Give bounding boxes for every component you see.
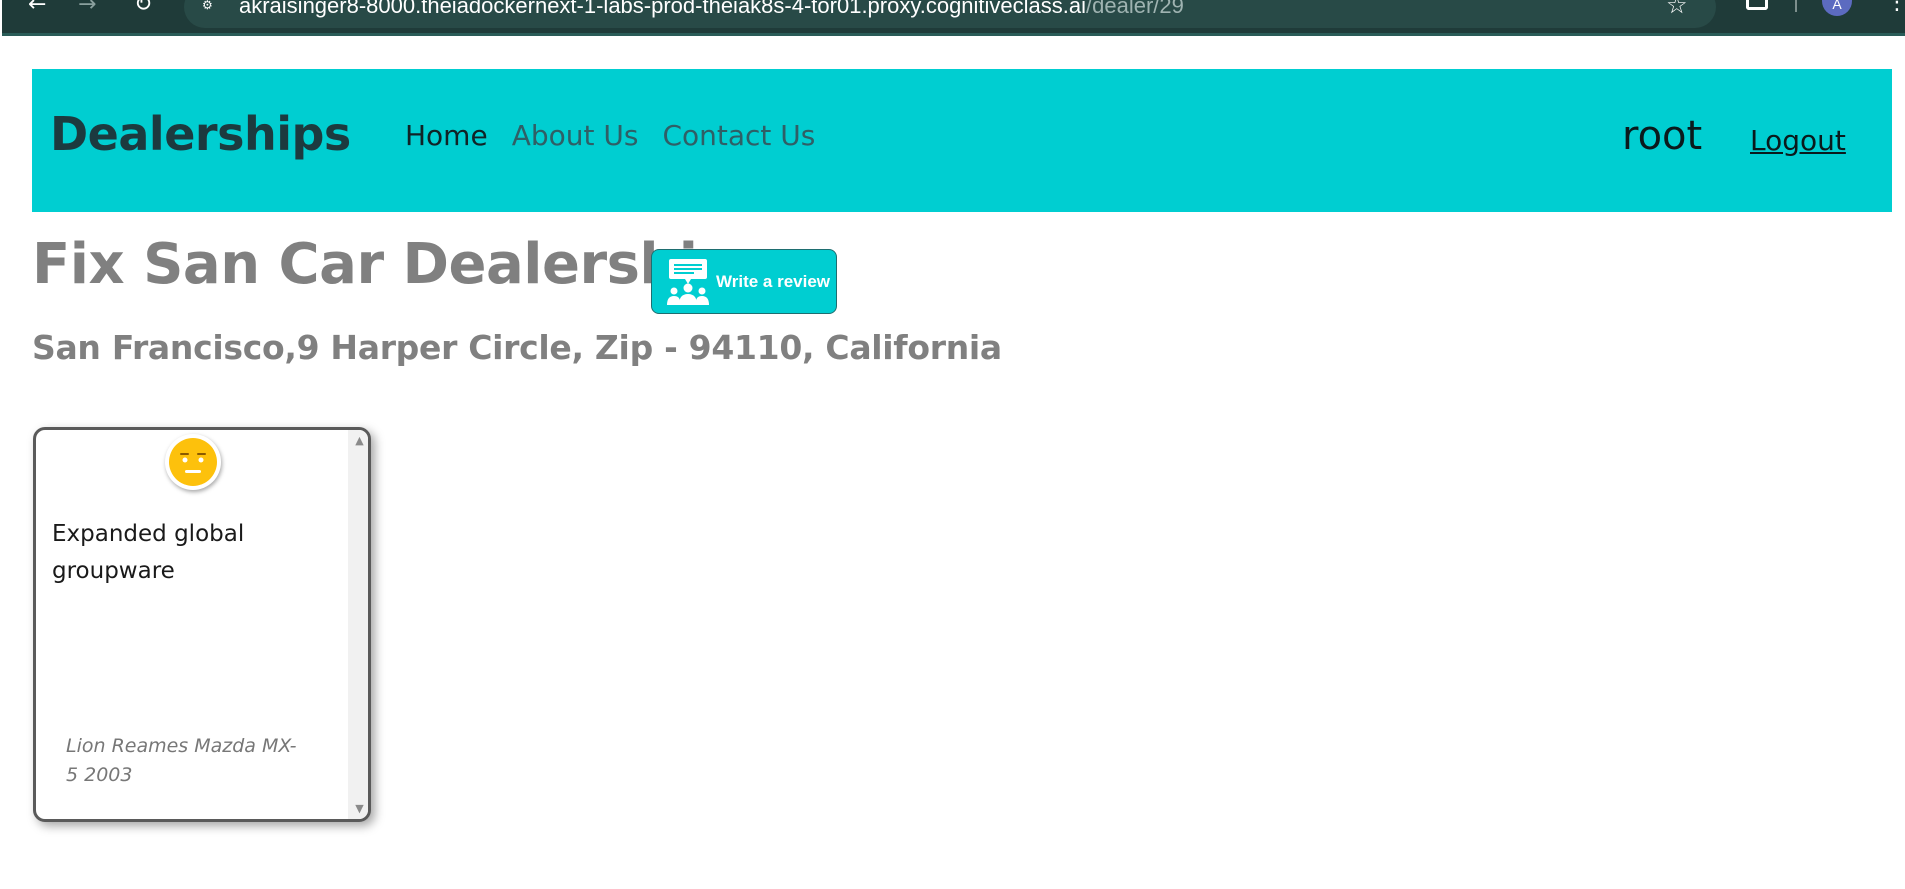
browser-toolbar: ← → ↻ ⚙ akraisinger8-8000.theiadockernex… [2,0,1905,36]
browser-menu-icon[interactable]: ⋮ [1886,0,1905,14]
bookmark-star-icon[interactable]: ☆ [1666,0,1688,17]
write-review-label: Write a review [716,272,831,291]
nav-link-about-us[interactable]: About Us [512,119,639,152]
profile-avatar[interactable]: A [1822,0,1852,16]
scroll-down-icon[interactable]: ▼ [348,802,368,815]
logout-link[interactable]: Logout [1750,124,1846,157]
review-scrollbar[interactable]: ▲ ▼ [348,430,368,819]
reload-icon[interactable]: ↻ [134,0,152,16]
neutral-face-icon [169,438,217,486]
review-text: Expanded global groupware [52,521,245,584]
dealer-address: San Francisco,9 Harper Circle, Zip - 941… [32,328,1002,367]
site-info-icon[interactable]: ⚙ [202,0,226,12]
back-arrow-icon[interactable]: ← [28,0,46,16]
review-card: Expanded global groupware Lion Reames Ma… [33,427,371,822]
app-navbar: Dealerships Home About Us Contact Us roo… [32,69,1892,212]
review-car: Lion Reames Mazda MX-5 2003 [66,735,297,786]
dealer-name: Fix San Car Dealership [32,232,738,297]
scroll-up-icon[interactable]: ▲ [348,434,368,447]
nav-link-contact-us[interactable]: Contact Us [662,119,815,152]
sentiment-badge [165,434,221,490]
brand-title[interactable]: Dealerships [50,107,351,161]
url-text[interactable]: akraisinger8-8000.theiadockernext-1-labs… [239,0,1184,17]
review-people-icon [667,259,709,305]
write-review-button[interactable]: Write a review [651,249,837,314]
extensions-icon[interactable] [1746,0,1768,10]
nav-links: Home About Us Contact Us [405,119,815,152]
username: root [1622,113,1703,159]
address-bar[interactable]: ⚙ akraisinger8-8000.theiadockernext-1-la… [184,0,1716,28]
nav-link-home[interactable]: Home [405,119,488,152]
forward-arrow-icon[interactable]: → [78,0,96,16]
toolbar-divider [1795,0,1797,12]
